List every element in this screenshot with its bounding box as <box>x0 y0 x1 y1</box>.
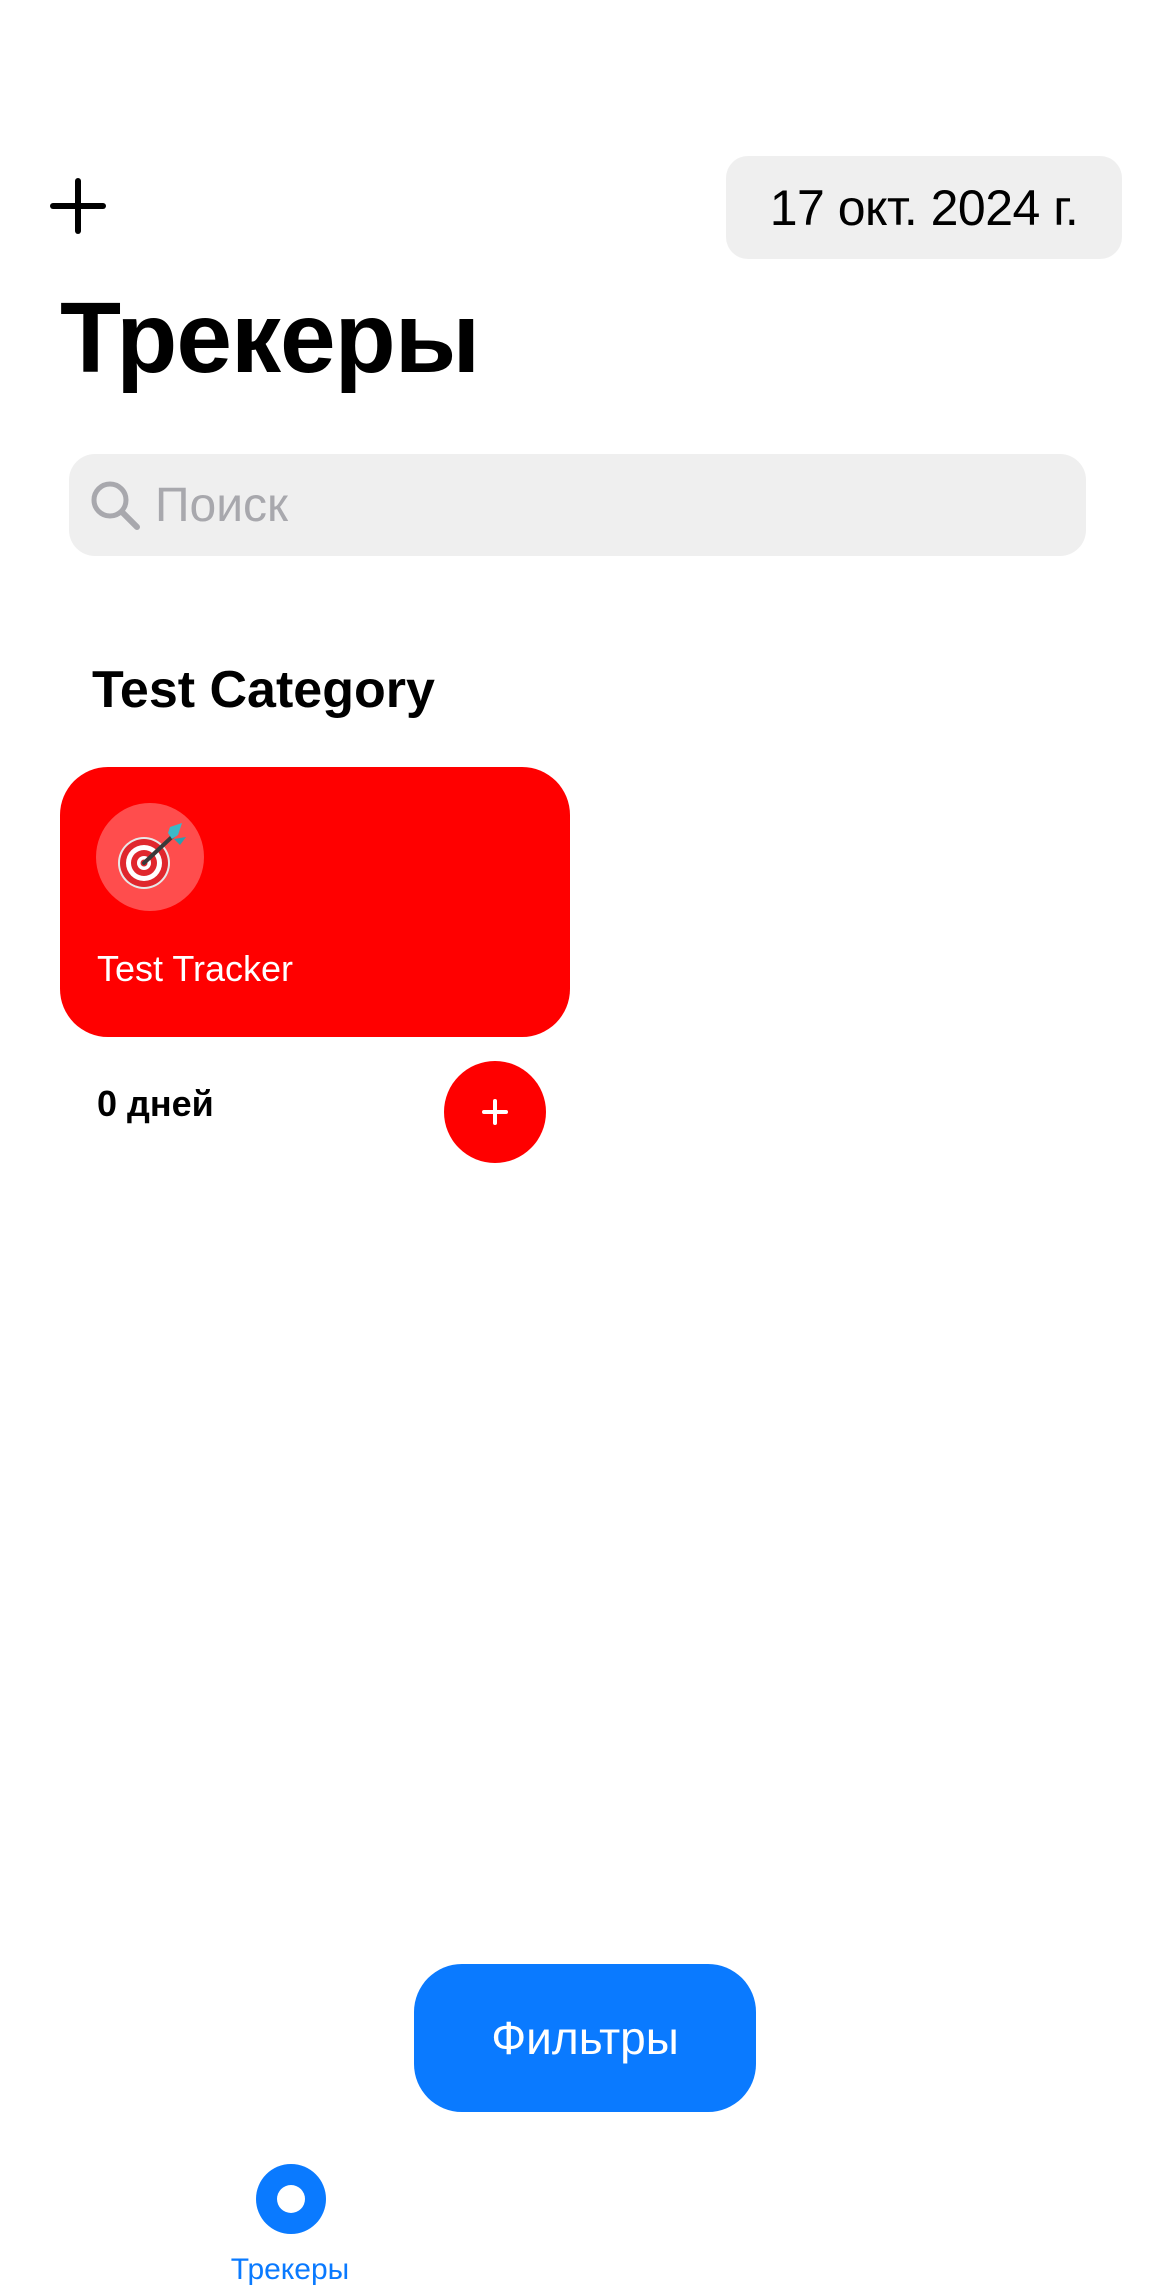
tracker-circle-icon <box>256 2164 326 2234</box>
filters-button[interactable]: Фильтры <box>414 1964 756 2112</box>
tracker-emoji-badge <box>96 803 204 911</box>
search-icon <box>89 479 141 531</box>
search-input[interactable] <box>155 465 1035 545</box>
search-field[interactable] <box>69 454 1086 556</box>
mark-complete-button[interactable] <box>444 1061 546 1163</box>
category-title: Test Category <box>92 661 435 719</box>
date-picker-button[interactable]: 17 окт. 2024 г. <box>726 156 1122 259</box>
plus-icon <box>482 1099 508 1125</box>
filters-label: Фильтры <box>491 2012 679 2064</box>
tab-trackers[interactable]: Трекеры <box>210 2162 370 2289</box>
target-dart-icon <box>118 823 186 889</box>
tracker-name: Test Tracker <box>97 948 294 989</box>
tracker-days-count: 0 дней <box>97 1083 214 1124</box>
tracker-card[interactable]: Test Tracker <box>60 767 570 1037</box>
tab-label: Трекеры <box>230 2253 350 2286</box>
plus-icon <box>50 178 106 234</box>
date-label: 17 окт. 2024 г. <box>769 179 1079 236</box>
page-title: Трекеры <box>60 282 480 394</box>
add-tracker-button[interactable] <box>42 170 114 242</box>
